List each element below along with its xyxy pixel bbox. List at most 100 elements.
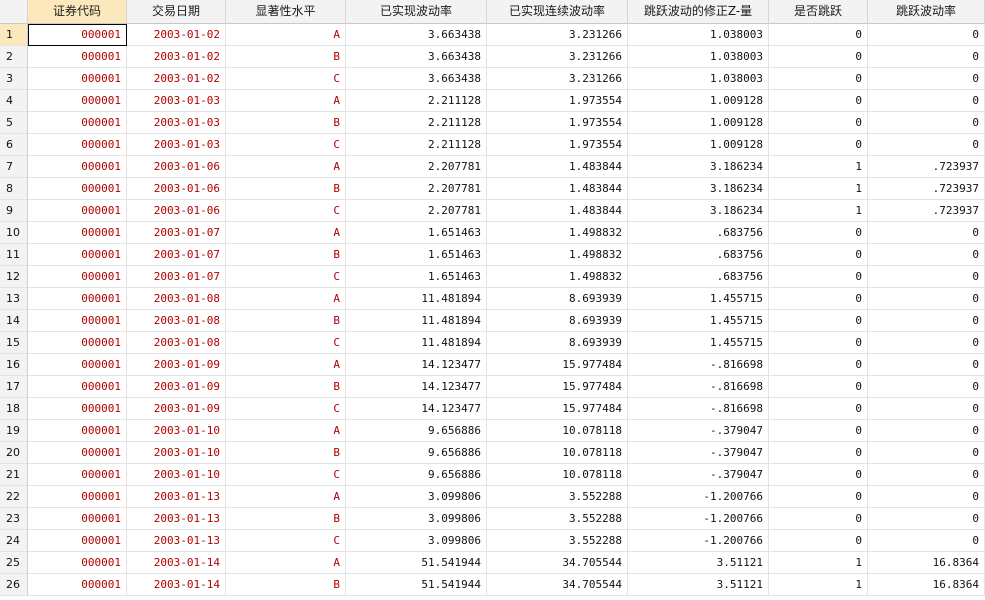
- table-cell[interactable]: -.816698: [628, 354, 769, 376]
- table-cell[interactable]: B: [226, 244, 346, 266]
- row-number[interactable]: 3: [0, 68, 28, 90]
- table-cell[interactable]: 0: [769, 508, 868, 530]
- table-cell[interactable]: 0: [769, 90, 868, 112]
- table-cell[interactable]: 0: [769, 376, 868, 398]
- table-cell[interactable]: 1.498832: [487, 244, 628, 266]
- table-cell[interactable]: B: [226, 46, 346, 68]
- row-number[interactable]: 17: [0, 376, 28, 398]
- table-cell[interactable]: 2003-01-07: [127, 244, 226, 266]
- table-cell[interactable]: 0: [868, 376, 985, 398]
- table-cell[interactable]: C: [226, 68, 346, 90]
- table-cell[interactable]: 0: [769, 24, 868, 46]
- table-cell[interactable]: 0: [868, 24, 985, 46]
- table-cell[interactable]: 0: [769, 332, 868, 354]
- table-cell[interactable]: 000001: [28, 178, 127, 200]
- table-cell[interactable]: 1.009128: [628, 112, 769, 134]
- table-cell[interactable]: 0: [769, 266, 868, 288]
- table-cell[interactable]: 1.009128: [628, 90, 769, 112]
- table-cell[interactable]: 0: [868, 398, 985, 420]
- table-cell[interactable]: 0: [769, 486, 868, 508]
- table-cell[interactable]: 1.455715: [628, 310, 769, 332]
- table-cell[interactable]: 8.693939: [487, 288, 628, 310]
- table-cell[interactable]: 000001: [28, 156, 127, 178]
- table-cell[interactable]: 11.481894: [346, 310, 487, 332]
- table-cell[interactable]: 10.078118: [487, 420, 628, 442]
- table-cell[interactable]: 2003-01-08: [127, 332, 226, 354]
- table-cell[interactable]: 0: [769, 288, 868, 310]
- table-cell[interactable]: 8.693939: [487, 332, 628, 354]
- table-cell[interactable]: 0: [769, 134, 868, 156]
- table-cell[interactable]: 0: [868, 442, 985, 464]
- table-cell[interactable]: 0: [868, 486, 985, 508]
- table-cell[interactable]: 0: [868, 310, 985, 332]
- table-cell[interactable]: B: [226, 508, 346, 530]
- column-header[interactable]: 已实现连续波动率: [487, 0, 628, 24]
- table-cell[interactable]: 2003-01-10: [127, 464, 226, 486]
- table-cell[interactable]: 3.231266: [487, 68, 628, 90]
- table-cell[interactable]: 2.211128: [346, 90, 487, 112]
- table-cell[interactable]: .723937: [868, 178, 985, 200]
- table-cell[interactable]: 1.455715: [628, 332, 769, 354]
- table-cell[interactable]: 0: [868, 464, 985, 486]
- table-cell[interactable]: -.379047: [628, 464, 769, 486]
- table-cell[interactable]: 0: [868, 508, 985, 530]
- table-cell[interactable]: 3.099806: [346, 486, 487, 508]
- table-cell[interactable]: 3.231266: [487, 46, 628, 68]
- table-cell[interactable]: 000001: [28, 552, 127, 574]
- row-number[interactable]: 2: [0, 46, 28, 68]
- table-cell[interactable]: 2003-01-02: [127, 46, 226, 68]
- column-header[interactable]: 交易日期: [127, 0, 226, 24]
- table-cell[interactable]: 2003-01-06: [127, 178, 226, 200]
- table-cell[interactable]: 000001: [28, 376, 127, 398]
- table-cell[interactable]: C: [226, 464, 346, 486]
- table-cell[interactable]: 000001: [28, 288, 127, 310]
- row-number[interactable]: 13: [0, 288, 28, 310]
- table-cell[interactable]: 2003-01-07: [127, 222, 226, 244]
- table-cell[interactable]: 000001: [28, 310, 127, 332]
- table-cell[interactable]: 2003-01-13: [127, 486, 226, 508]
- column-header[interactable]: 已实现波动率: [346, 0, 487, 24]
- table-cell[interactable]: 000001: [28, 530, 127, 552]
- row-number[interactable]: 10: [0, 222, 28, 244]
- table-cell[interactable]: 0: [769, 398, 868, 420]
- row-number[interactable]: 20: [0, 442, 28, 464]
- row-number[interactable]: 14: [0, 310, 28, 332]
- table-cell[interactable]: .683756: [628, 222, 769, 244]
- table-cell[interactable]: 1.498832: [487, 222, 628, 244]
- table-cell[interactable]: 1.973554: [487, 90, 628, 112]
- table-cell[interactable]: 2003-01-03: [127, 134, 226, 156]
- table-cell[interactable]: A: [226, 156, 346, 178]
- table-cell[interactable]: 3.51121: [628, 574, 769, 596]
- table-cell[interactable]: 000001: [28, 398, 127, 420]
- table-cell[interactable]: B: [226, 112, 346, 134]
- table-cell[interactable]: 000001: [28, 266, 127, 288]
- table-cell[interactable]: C: [226, 200, 346, 222]
- table-cell[interactable]: 000001: [28, 200, 127, 222]
- table-cell[interactable]: -.379047: [628, 420, 769, 442]
- table-cell[interactable]: .683756: [628, 244, 769, 266]
- table-cell[interactable]: 2003-01-06: [127, 156, 226, 178]
- table-cell[interactable]: 14.123477: [346, 398, 487, 420]
- row-number[interactable]: 16: [0, 354, 28, 376]
- table-cell[interactable]: C: [226, 266, 346, 288]
- table-cell[interactable]: 000001: [28, 354, 127, 376]
- table-cell[interactable]: 15.977484: [487, 376, 628, 398]
- table-cell[interactable]: 2003-01-02: [127, 24, 226, 46]
- column-header[interactable]: 跳跃波动的修正Z-量: [628, 0, 769, 24]
- row-number[interactable]: 1: [0, 24, 28, 46]
- table-cell[interactable]: 000001: [28, 332, 127, 354]
- table-cell[interactable]: 0: [868, 222, 985, 244]
- table-cell[interactable]: 1: [769, 574, 868, 596]
- table-cell[interactable]: 0: [868, 90, 985, 112]
- table-cell[interactable]: 1: [769, 552, 868, 574]
- table-cell[interactable]: 51.541944: [346, 552, 487, 574]
- table-cell[interactable]: 3.552288: [487, 508, 628, 530]
- table-cell[interactable]: 1.455715: [628, 288, 769, 310]
- table-cell[interactable]: 2003-01-10: [127, 442, 226, 464]
- table-cell[interactable]: 3.186234: [628, 200, 769, 222]
- table-cell[interactable]: 3.663438: [346, 68, 487, 90]
- table-cell[interactable]: 1.483844: [487, 156, 628, 178]
- table-cell[interactable]: B: [226, 310, 346, 332]
- table-cell[interactable]: 15.977484: [487, 354, 628, 376]
- table-cell[interactable]: A: [226, 90, 346, 112]
